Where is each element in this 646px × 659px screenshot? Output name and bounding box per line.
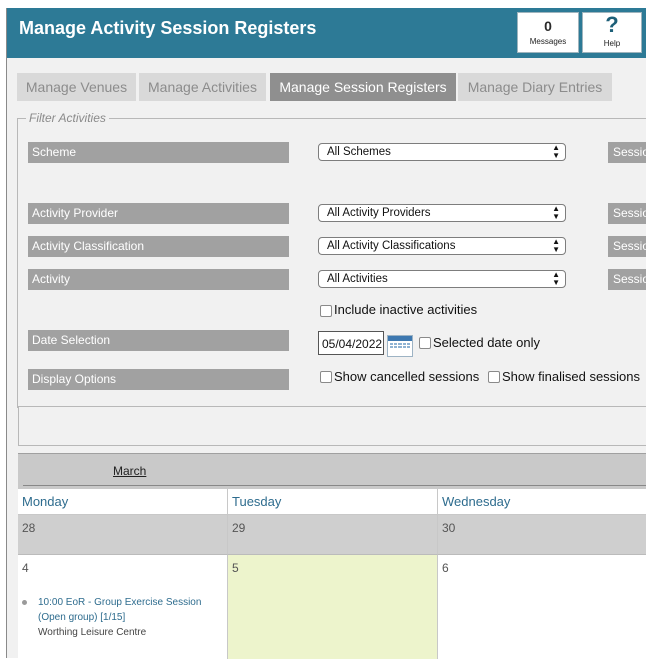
select-arrows-icon: ▲ ▼ (552, 204, 560, 221)
selected-date-only-label: Selected date only (433, 335, 540, 350)
session-link[interactable]: 10:00 EoR - Group Exercise Session (Open… (38, 595, 211, 625)
show-cancelled-checkbox[interactable] (320, 371, 332, 383)
calendar-day-cell[interactable]: 6 (438, 555, 646, 659)
tab-manage-venues[interactable]: Manage Venues (17, 73, 136, 101)
activity-select[interactable]: All Activities ▲ ▼ (318, 270, 566, 288)
include-inactive-label: Include inactive activities (334, 302, 478, 317)
bullet-icon (22, 600, 27, 605)
activity-classification-value: All Activity Classifications (327, 240, 456, 252)
select-arrows-icon: ▲ ▼ (552, 143, 560, 160)
activity-label: Activity (28, 269, 289, 290)
show-finalised-label: Show finalised sessions (502, 369, 641, 384)
show-finalised-checkbox[interactable] (488, 371, 500, 383)
session-venue: Worthing Leisure Centre (38, 627, 147, 638)
day-number: 30 (442, 521, 456, 535)
filter-legend: Filter Activities (26, 111, 109, 125)
date-input[interactable]: 05/04/2022 (318, 331, 384, 355)
filter-footer-area (18, 406, 646, 446)
day-number: 28 (22, 521, 36, 535)
day-header-monday: Monday (18, 489, 228, 515)
calendar-day-cell[interactable]: 29 (228, 515, 438, 555)
month-bar: March (18, 453, 646, 489)
day-number: 4 (22, 561, 29, 575)
tab-manage-activities[interactable]: Manage Activities (139, 73, 266, 101)
session-filter-label: Sessio (608, 269, 646, 290)
day-header-tuesday: Tuesday (228, 489, 438, 515)
selected-date-only-checkbox[interactable] (419, 337, 431, 349)
session-filter-label: Sessio (608, 236, 646, 257)
show-cancelled-label: Show cancelled sessions (334, 369, 480, 384)
activity-classification-select[interactable]: All Activity Classifications ▲ ▼ (318, 237, 566, 255)
tab-manage-diary-entries[interactable]: Manage Diary Entries (458, 73, 612, 101)
date-selection-label: Date Selection (28, 330, 289, 351)
select-arrows-icon: ▲ ▼ (552, 270, 560, 287)
tab-manage-session-registers[interactable]: Manage Session Registers (270, 73, 456, 101)
session-event: 10:00 EoR - Group Exercise Session (Open… (21, 595, 211, 640)
scheme-select-value: All Schemes (327, 146, 391, 158)
help-label: Help (603, 39, 621, 48)
help-button[interactable]: ? Help (582, 12, 642, 53)
scheme-select[interactable]: All Schemes ▲ ▼ (318, 143, 566, 161)
activity-provider-select[interactable]: All Activity Providers ▲ ▼ (318, 204, 566, 222)
session-filter-label: Sessio (608, 203, 646, 224)
activity-provider-value: All Activity Providers (327, 207, 431, 219)
activity-select-value: All Activities (327, 273, 388, 285)
month-title[interactable]: March (113, 464, 146, 478)
calendar-day-cell[interactable]: 4 10:00 EoR - Group Exercise Session (Op… (18, 555, 228, 659)
calendar-day-cell-today[interactable]: 5 (228, 555, 438, 659)
calendar-grid: Monday Tuesday Wednesday 28 29 30 4 10:0… (18, 489, 646, 659)
page-header: Manage Activity Session Registers 0 Mess… (7, 8, 646, 58)
scheme-label: Scheme (28, 142, 289, 163)
calendar-picker-icon[interactable] (387, 335, 413, 357)
session-filter-label: Sessio (608, 142, 646, 163)
select-arrows-icon: ▲ ▼ (552, 237, 560, 254)
include-inactive-checkbox[interactable] (320, 305, 332, 317)
messages-label: Messages (529, 37, 567, 46)
messages-button[interactable]: 0 Messages (517, 12, 579, 53)
activity-classification-label: Activity Classification (28, 236, 289, 257)
calendar-day-cell[interactable]: 28 (18, 515, 228, 555)
display-options-label: Display Options (28, 369, 289, 390)
day-number: 6 (442, 561, 449, 575)
day-number: 5 (232, 561, 239, 575)
day-header-wednesday: Wednesday (438, 489, 646, 515)
calendar-day-cell[interactable]: 30 (438, 515, 646, 555)
activity-provider-label: Activity Provider (28, 203, 289, 224)
messages-count: 0 (544, 18, 552, 34)
day-number: 29 (232, 521, 246, 535)
help-icon: ? (605, 12, 619, 37)
page-title: Manage Activity Session Registers (19, 18, 317, 38)
